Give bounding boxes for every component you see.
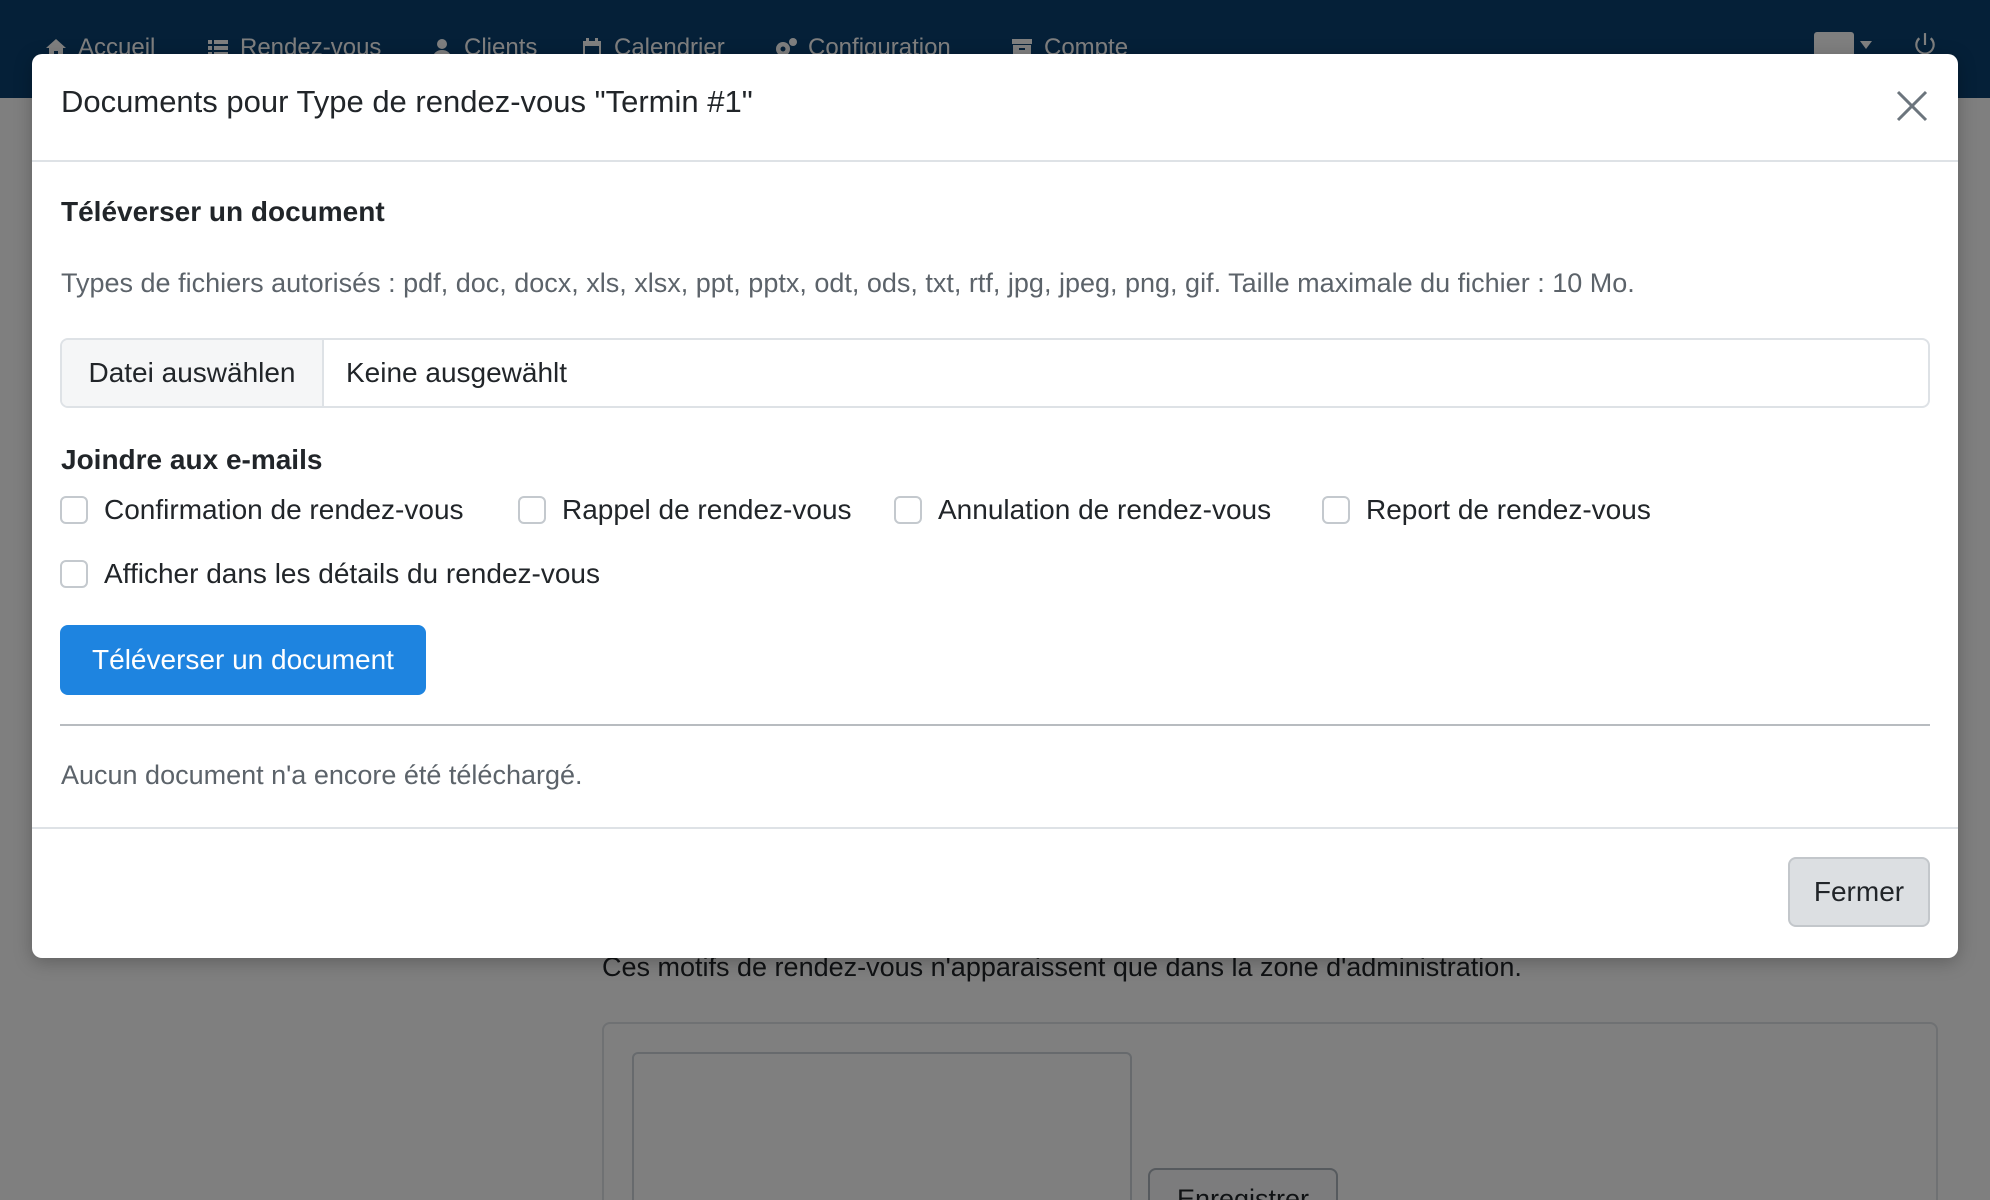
close-icon (1896, 90, 1928, 122)
documents-modal: Documents pour Type de rendez-vous "Term… (32, 54, 1958, 958)
checkbox-box[interactable] (60, 560, 88, 588)
checkbox-reminder[interactable]: Rappel de rendez-vous (518, 494, 852, 526)
checkbox-box[interactable] (1322, 496, 1350, 524)
checkbox-label[interactable]: Report de rendez-vous (1366, 494, 1651, 526)
upload-document-button[interactable]: Téléverser un document (60, 625, 426, 695)
checkbox-cancellation[interactable]: Annulation de rendez-vous (894, 494, 1271, 526)
attach-heading: Joindre aux e-mails (61, 444, 323, 475)
checkbox-box[interactable] (894, 496, 922, 524)
empty-documents-message: Aucun document n'a encore été téléchargé… (61, 760, 583, 790)
allowed-types-text: Types de fichiers autorisés : pdf, doc, … (61, 268, 1635, 298)
close-button[interactable] (1886, 80, 1938, 132)
upload-heading: Téléverser un document (61, 196, 385, 227)
checkbox-confirmation[interactable]: Confirmation de rendez-vous (60, 494, 464, 526)
choose-file-button[interactable]: Datei auswählen (62, 340, 324, 406)
checkbox-box[interactable] (518, 496, 546, 524)
checkbox-label[interactable]: Confirmation de rendez-vous (104, 494, 464, 526)
checkbox-show-in-details[interactable]: Afficher dans les détails du rendez-vous (60, 558, 600, 590)
modal-title: Documents pour Type de rendez-vous "Term… (61, 84, 753, 119)
checkbox-label[interactable]: Rappel de rendez-vous (562, 494, 852, 526)
modal-footer: Fermer (32, 827, 1958, 958)
checkbox-box[interactable] (60, 496, 88, 524)
file-input[interactable]: Datei auswählen Keine ausgewählt (60, 338, 1930, 408)
close-footer-button[interactable]: Fermer (1788, 857, 1930, 927)
checkbox-label[interactable]: Annulation de rendez-vous (938, 494, 1271, 526)
modal-header: Documents pour Type de rendez-vous "Term… (32, 54, 1958, 162)
checkbox-reschedule[interactable]: Report de rendez-vous (1322, 494, 1651, 526)
checkbox-label[interactable]: Afficher dans les détails du rendez-vous (104, 558, 600, 590)
file-name-display: Keine ausgewählt (346, 357, 568, 388)
divider (60, 724, 1930, 726)
